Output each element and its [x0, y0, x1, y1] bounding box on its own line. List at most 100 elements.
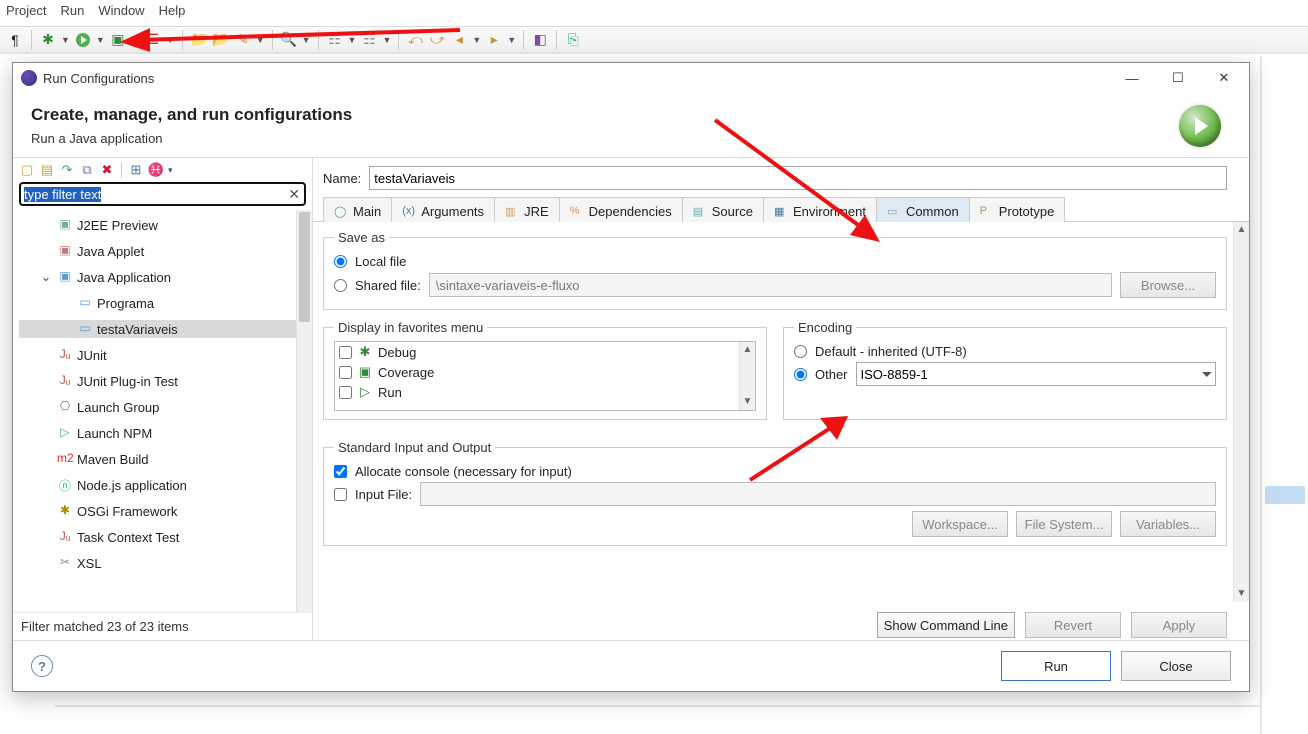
tree-item[interactable]: ▭Programa	[19, 294, 310, 312]
favorites-item-checkbox[interactable]	[339, 386, 352, 399]
back-icon[interactable]: ◂	[450, 31, 468, 49]
right-panel-scrollbar[interactable]: ▲▼	[1233, 222, 1249, 602]
close-button[interactable]: Close	[1121, 651, 1231, 681]
tree-item[interactable]: ⌄▣Java Application	[19, 268, 310, 286]
window-maximize-button[interactable]: ☐	[1155, 63, 1201, 93]
toolbar-dropdown-icon[interactable]: ▼	[507, 35, 516, 45]
mylyn-task-icon[interactable]: ◧	[531, 31, 549, 49]
favorites-item[interactable]: ▷ Run	[335, 382, 755, 402]
toolbar-dropdown-icon[interactable]: ▼	[166, 35, 175, 45]
show-command-line-button[interactable]: Show Command Line	[877, 612, 1015, 638]
pilcrow-icon[interactable]: ¶	[6, 31, 24, 49]
run-dropdown-icon[interactable]: ▼	[96, 35, 105, 45]
folder-open-icon[interactable]: 📂	[212, 31, 230, 49]
tree-item-label: XSL	[77, 556, 102, 571]
pin-icon[interactable]: ⎘	[564, 31, 582, 49]
input-file-checkbox[interactable]	[334, 488, 347, 501]
tab-jre[interactable]: ▥JRE	[494, 197, 560, 222]
favorites-item-checkbox[interactable]	[339, 346, 352, 359]
tree-item[interactable]: ▷Launch NPM	[19, 424, 310, 442]
favorites-item-checkbox[interactable]	[339, 366, 352, 379]
encoding-default-radio[interactable]	[794, 345, 807, 358]
toolbar-dropdown-icon[interactable]: ▼	[302, 35, 311, 45]
expand-all-icon[interactable]: ⊞	[128, 162, 144, 178]
run-play-large-icon	[1179, 105, 1221, 147]
tree-item[interactable]: ✱OSGi Framework	[19, 502, 310, 520]
window-minimize-button[interactable]: —	[1109, 63, 1155, 93]
new-config-icon[interactable]: ▢	[19, 162, 35, 178]
toolbar-dropdown-icon[interactable]: ▼	[382, 35, 391, 45]
menu-window[interactable]: Window	[98, 3, 144, 23]
run-play-icon[interactable]	[74, 31, 92, 49]
window-close-button[interactable]: ✕	[1201, 63, 1247, 93]
toolbar-dropdown-icon[interactable]: ▼	[348, 35, 357, 45]
delete-icon[interactable]: ✖	[99, 162, 115, 178]
export-icon[interactable]: ↷	[59, 162, 75, 178]
main-menubar: Project Run Window Help	[0, 0, 1308, 26]
toolbar-dropdown-icon[interactable]: ▼	[472, 35, 481, 45]
coverage-icon[interactable]: ▣	[109, 31, 127, 49]
tab-prototype[interactable]: PPrototype	[969, 197, 1066, 222]
nav-back-icon[interactable]: ⤺	[406, 31, 424, 49]
tree-item[interactable]: ⎔Launch Group	[19, 398, 310, 416]
outline-icon[interactable]: ☷	[360, 31, 378, 49]
toolbar-dropdown-icon[interactable]: ▼	[256, 35, 265, 45]
menu-project[interactable]: Project	[6, 3, 46, 23]
allocate-console-checkbox[interactable]	[334, 465, 347, 478]
nav-fwd-icon[interactable]: ⤻	[428, 31, 446, 49]
tree-item[interactable]: ⓝNode.js application	[19, 476, 310, 494]
new-folder-icon[interactable]: 📁	[190, 31, 208, 49]
tree-item[interactable]: ▣Java Applet	[19, 242, 310, 260]
menu-help[interactable]: Help	[159, 3, 186, 23]
favorites-item[interactable]: ▣ Coverage	[335, 362, 755, 382]
tab-source[interactable]: ▤Source	[682, 197, 764, 222]
search-icon[interactable]: 🔍	[280, 31, 298, 49]
favorites-scrollbar[interactable]: ▲▼	[739, 342, 755, 410]
new-prototype-icon[interactable]: ▤	[39, 162, 55, 178]
wand-icon[interactable]: ✎	[234, 31, 252, 49]
tree-item-label: Java Applet	[77, 244, 144, 259]
tab-arguments[interactable]: (x)Arguments	[391, 197, 495, 222]
encoding-select[interactable]: ISO-8859-1	[856, 362, 1216, 386]
tree-scrollbar[interactable]	[296, 210, 312, 612]
tree-item[interactable]: JᵤTask Context Test	[19, 528, 310, 546]
filter-icon[interactable]: ♓	[148, 162, 164, 178]
clear-filter-icon[interactable]: ✕	[288, 186, 300, 203]
local-file-radio[interactable]	[334, 255, 347, 268]
tree-twisty-icon[interactable]: ⌄	[39, 269, 53, 285]
tab-main[interactable]: ◯Main	[323, 197, 392, 222]
duplicate-icon[interactable]: ⧉	[79, 162, 95, 178]
ext-tools-icon[interactable]: ☰	[144, 31, 162, 49]
coverage-dropdown-icon[interactable]: ▼	[131, 35, 140, 45]
input-file-path-input	[420, 482, 1216, 506]
favorites-group: Display in favorites menu ✱ Debug ▣ Cove…	[323, 320, 767, 420]
tab-environment[interactable]: ▦Environment	[763, 197, 877, 222]
menu-run[interactable]: Run	[60, 3, 84, 23]
tree-item[interactable]: JᵤJUnit Plug-in Test	[19, 372, 310, 390]
shared-file-radio[interactable]	[334, 279, 347, 292]
save-as-legend: Save as	[334, 230, 389, 245]
fwd-icon[interactable]: ▸	[485, 31, 503, 49]
configurations-tree[interactable]: ▣J2EE Preview ▣Java Applet ⌄▣Java Applicat…	[13, 210, 312, 612]
config-name-input[interactable]	[369, 166, 1227, 190]
tree-item[interactable]: ▭testaVariaveis	[19, 320, 310, 338]
favorites-item[interactable]: ✱ Debug	[335, 342, 755, 362]
filter-dropdown-icon[interactable]: ▾	[168, 165, 173, 176]
tree-item[interactable]: ▣J2EE Preview	[19, 216, 310, 234]
tree-item[interactable]: m2Maven Build	[19, 450, 310, 468]
filter-input[interactable]	[19, 182, 306, 206]
tree-item[interactable]: ✂XSL	[19, 554, 310, 572]
tab-icon: ▭	[887, 205, 901, 219]
favorites-list[interactable]: ✱ Debug ▣ Coverage ▷ Run ▲▼	[334, 341, 756, 411]
encoding-other-radio[interactable]	[794, 368, 807, 381]
debug-bug-icon[interactable]: ✱	[39, 31, 57, 49]
run-button[interactable]: Run	[1001, 651, 1111, 681]
outline-icon[interactable]: ☷	[326, 31, 344, 49]
tab-common[interactable]: ▭Common	[876, 197, 970, 222]
dialog-titlebar[interactable]: Run Configurations — ☐ ✕	[13, 63, 1249, 93]
tree-item[interactable]: JᵤJUnit	[19, 346, 310, 364]
scrollbar-thumb[interactable]	[299, 212, 310, 322]
help-icon[interactable]: ?	[31, 655, 53, 677]
tab-dependencies[interactable]: %Dependencies	[559, 197, 683, 222]
debug-dropdown-icon[interactable]: ▼	[61, 35, 70, 45]
